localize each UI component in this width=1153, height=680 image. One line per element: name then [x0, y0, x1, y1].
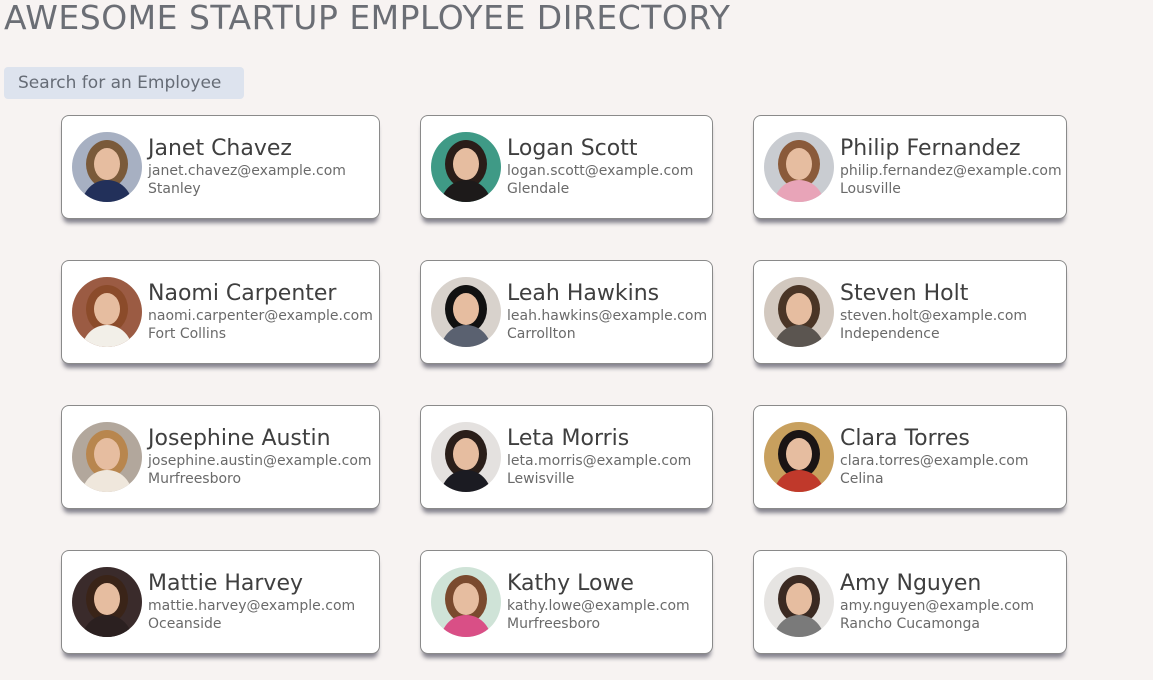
employee-name: Philip Fernandez	[840, 136, 1021, 161]
employee-avatar	[764, 132, 834, 202]
employee-name: Mattie Harvey	[148, 571, 303, 596]
employee-email: philip.fernandez@example.com	[840, 163, 1062, 179]
employee-info: Leta Morris leta.morris@example.com Lewisv…	[507, 426, 691, 488]
employee-info: Naomi Carpenter naomi.carpenter@example.c…	[148, 281, 373, 343]
employee-email: kathy.lowe@example.com	[507, 598, 690, 614]
employee-card[interactable]: Philip Fernandez philip.fernandez@example…	[753, 115, 1067, 219]
employee-card[interactable]: Amy Nguyen amy.nguyen@example.com Rancho C…	[753, 550, 1067, 654]
employee-email: leta.morris@example.com	[507, 453, 692, 469]
employee-name: Logan Scott	[507, 136, 638, 161]
employee-info: Leah Hawkins leah.hawkins@example.com Carr…	[507, 281, 707, 343]
employee-name: Clara Torres	[840, 426, 970, 451]
employee-email: steven.holt@example.com	[840, 308, 1028, 324]
employee-avatar	[72, 277, 142, 347]
employee-info: Kathy Lowe kathy.lowe@example.com Murfrees…	[507, 571, 690, 633]
employee-info: Steven Holt steven.holt@example.com Indepe…	[840, 281, 1027, 343]
search-input[interactable]	[4, 67, 244, 99]
employee-email: logan.scott@example.com	[507, 163, 694, 179]
employee-avatar	[431, 422, 501, 492]
employee-email: naomi.carpenter@example.com	[148, 308, 373, 324]
employee-avatar	[431, 567, 501, 637]
employee-email: mattie.harvey@example.com	[148, 598, 356, 614]
employee-name: Amy Nguyen	[840, 571, 982, 596]
employee-name: Janet Chavez	[148, 136, 292, 161]
employee-city: Fort Collins	[148, 326, 226, 342]
employee-city: Lewisville	[507, 471, 575, 487]
employee-info: Mattie Harvey mattie.harvey@example.com Oc…	[148, 571, 355, 633]
employee-avatar	[764, 422, 834, 492]
employee-city: Oceanside	[148, 616, 222, 632]
employee-card[interactable]: Josephine Austin josephine.austin@example…	[61, 405, 380, 509]
employee-card[interactable]: Logan Scott logan.scott@example.com Glenda…	[420, 115, 713, 219]
employee-email: leah.hawkins@example.com	[507, 308, 708, 324]
employee-city: Murfreesboro	[148, 471, 242, 487]
employee-city: Carrollton	[507, 326, 576, 342]
employee-city: Lousville	[840, 181, 901, 197]
employee-avatar	[764, 567, 834, 637]
employee-info: Clara Torres clara.torres@example.com Celi…	[840, 426, 1028, 488]
employee-avatar	[72, 132, 142, 202]
employee-name: Josephine Austin	[148, 426, 331, 451]
employee-card[interactable]: Kathy Lowe kathy.lowe@example.com Murfrees…	[420, 550, 713, 654]
employee-avatar	[431, 132, 501, 202]
employee-card[interactable]: Mattie Harvey mattie.harvey@example.com Oc…	[61, 550, 380, 654]
employee-info: Philip Fernandez philip.fernandez@example…	[840, 136, 1062, 198]
employee-email: josephine.austin@example.com	[148, 453, 372, 469]
employee-email: amy.nguyen@example.com	[840, 598, 1034, 614]
employee-card[interactable]: Naomi Carpenter naomi.carpenter@example.c…	[61, 260, 380, 364]
employee-info: Janet Chavez janet.chavez@example.com Stan…	[148, 136, 346, 198]
employee-city: Independence	[840, 326, 940, 342]
employee-city: Stanley	[148, 181, 201, 197]
employee-card[interactable]: Leah Hawkins leah.hawkins@example.com Carr…	[420, 260, 713, 364]
employee-avatar	[72, 422, 142, 492]
page-title: AWESOME STARTUP EMPLOYEE DIRECTORY	[4, 0, 731, 37]
employee-name: Leta Morris	[507, 426, 630, 451]
employee-city: Murfreesboro	[507, 616, 601, 632]
employee-info: Amy Nguyen amy.nguyen@example.com Rancho C…	[840, 571, 1034, 633]
employee-city: Celina	[840, 471, 884, 487]
employee-name: Leah Hawkins	[507, 281, 660, 306]
employee-avatar	[72, 567, 142, 637]
employee-email: janet.chavez@example.com	[148, 163, 346, 179]
employee-name: Naomi Carpenter	[148, 281, 337, 306]
employee-card[interactable]: Steven Holt steven.holt@example.com Indepe…	[753, 260, 1067, 364]
employee-email: clara.torres@example.com	[840, 453, 1029, 469]
employee-city: Rancho Cucamonga	[840, 616, 980, 632]
employee-card[interactable]: Clara Torres clara.torres@example.com Celi…	[753, 405, 1067, 509]
employee-avatar	[431, 277, 501, 347]
employee-card[interactable]: Janet Chavez janet.chavez@example.com Stan…	[61, 115, 380, 219]
employee-info: Logan Scott logan.scott@example.com Glenda…	[507, 136, 693, 198]
employee-city: Glendale	[507, 181, 570, 197]
employee-avatar	[764, 277, 834, 347]
employee-name: Steven Holt	[840, 281, 969, 306]
employee-card[interactable]: Leta Morris leta.morris@example.com Lewisv…	[420, 405, 713, 509]
employee-info: Josephine Austin josephine.austin@example…	[148, 426, 372, 488]
employee-name: Kathy Lowe	[507, 571, 634, 596]
